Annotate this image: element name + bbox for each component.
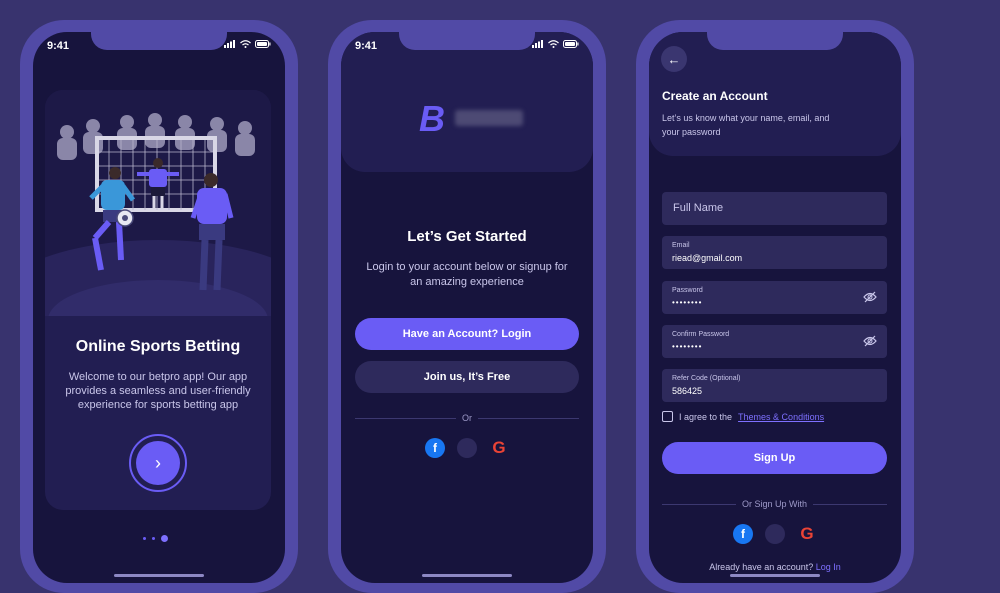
full-name-field[interactable]: Full Name [662,192,887,225]
terms-checkbox[interactable] [662,411,673,422]
wifi-icon [548,40,559,48]
social-signup-row: f G [733,524,817,544]
signal-icon [224,40,235,48]
signup-divider: Or Sign Up With [662,498,887,510]
app-logo: B [419,98,445,139]
signup-description: Let’s us know what your name, email, and… [662,113,830,137]
arrow-left-icon: ← [667,51,681,67]
terms-text: I agree to the [679,411,733,422]
page-indicator [143,535,168,542]
next-button-ring: › [129,434,187,492]
notch [91,32,227,50]
eye-off-icon[interactable] [863,291,877,303]
password-label: Password [672,287,703,294]
social-login-row: f G [425,438,509,458]
or-label: Or [462,413,472,423]
terms-link[interactable]: Themes & Conditions [738,412,824,422]
facebook-icon[interactable]: f [733,524,753,544]
football-illustration [45,90,271,360]
get-started-title: Let’s Get Started [407,228,527,245]
password-value: •••••••• [672,298,703,307]
eye-off-icon[interactable] [863,335,877,347]
status-time: 9:41 [47,40,70,52]
facebook-icon[interactable]: f [425,438,445,458]
confirm-password-value: •••••••• [672,342,703,351]
home-indicator [730,574,820,577]
status-time: 9:41 [355,40,378,52]
login-prompt: Already have an account? Log In [649,562,901,572]
join-button[interactable]: Join us, It’s Free [355,361,579,393]
home-indicator [114,574,204,577]
signup-button[interactable]: Sign Up [662,442,887,474]
full-name-placeholder: Full Name [673,202,724,214]
email-value: riead@gmail.com [672,253,743,263]
phone-signup: ← Create an Account Let’s us know what y… [636,20,914,593]
apple-icon[interactable] [765,524,785,544]
page-dot[interactable] [143,537,146,540]
notch [707,32,843,50]
apple-icon[interactable] [457,438,477,458]
battery-icon [563,40,579,48]
terms-row: I agree to the Themes & Conditions [662,411,824,422]
home-indicator [422,574,512,577]
login-prompt-text: Already have an account? [709,562,814,572]
onboarding-screen: 9:41 Online Sports Betting Welcome to ou… [33,32,285,583]
battery-icon [255,40,271,48]
status-icons [224,40,271,48]
signal-icon [532,40,543,48]
chevron-right-icon: › [155,452,161,473]
onboarding-description: Welcome to our betpro app! Our app provi… [65,371,251,411]
or-signup-with-label: Or Sign Up With [741,499,808,509]
onboarding-title: Online Sports Betting [75,338,241,355]
phone-get-started: 9:41 B Let’s Get Started Login to your a… [328,20,606,593]
confirm-password-field[interactable]: Confirm Password •••••••• [662,325,887,358]
password-field[interactable]: Password •••••••• [662,281,887,314]
or-divider: Or [355,412,579,424]
signup-header: ← Create an Account Let’s us know what y… [649,32,901,156]
refer-code-field[interactable]: Refer Code (Optional) 586425 [662,369,887,402]
back-button[interactable]: ← [661,46,687,72]
status-icons [532,40,579,48]
blurred-app-name [455,110,523,126]
page-dot-active[interactable] [161,535,168,542]
signup-title: Create an Account [662,89,768,103]
get-started-description: Login to your account below or signup fo… [366,261,568,288]
onboarding-card: Online Sports Betting Welcome to our bet… [45,90,271,510]
wifi-icon [240,40,251,48]
email-field[interactable]: Email riead@gmail.com [662,236,887,269]
get-started-screen: 9:41 B Let’s Get Started Login to your a… [341,32,593,583]
login-link[interactable]: Log In [816,562,841,572]
phone-onboarding: 9:41 Online Sports Betting Welcome to ou… [20,20,298,593]
next-button[interactable]: › [136,441,180,485]
logo-header: B [341,32,593,172]
login-button[interactable]: Have an Account? Login [355,318,579,350]
google-icon[interactable]: G [797,524,817,544]
page-dot[interactable] [152,537,155,540]
email-label: Email [672,242,690,249]
refer-code-label: Refer Code (Optional) [672,375,741,382]
notch [399,32,535,50]
football-scene-icon [45,113,271,360]
signup-screen: ← Create an Account Let’s us know what y… [649,32,901,583]
refer-code-value: 586425 [672,386,703,396]
google-icon[interactable]: G [489,438,509,458]
confirm-password-label: Confirm Password [672,331,730,338]
